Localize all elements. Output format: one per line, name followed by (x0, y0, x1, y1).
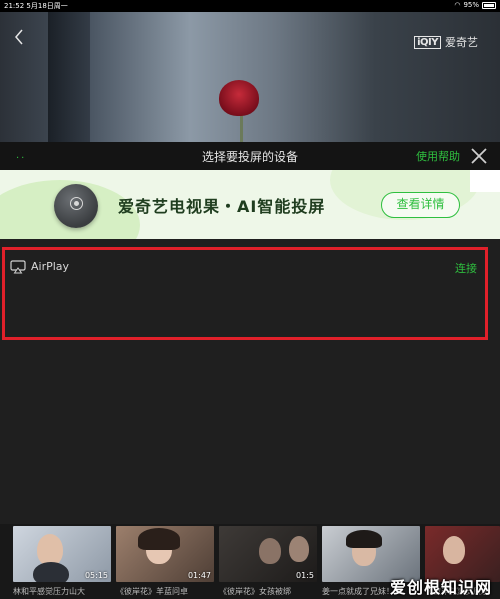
chevron-left-icon (15, 29, 23, 45)
status-time: 21:52 (4, 2, 25, 10)
battery-icon (482, 1, 496, 9)
device-name: AirPlay (31, 260, 70, 273)
back-button[interactable] (10, 28, 28, 46)
video-thumbnail[interactable]: 01:47 (116, 526, 214, 582)
video-thumbnail[interactable]: 01:5 (219, 526, 317, 582)
video-rose (219, 80, 259, 116)
wifi-icon: ◠ (454, 1, 461, 9)
video-caption: 《彼岸花》女孩被绑 (219, 587, 291, 596)
tv-guo-promo-banner[interactable]: 爱奇艺电视果・AI智能投屏 查看详情 (0, 170, 500, 239)
video-caption: 林和平感觉压力山大 (13, 587, 85, 596)
brand-text: 爱奇艺 (445, 36, 478, 49)
cast-header: .. 选择要投屏的设备 使用帮助 (0, 142, 500, 170)
status-bar: 21:52 5月18日周一 ◠ 95% (0, 0, 500, 12)
video-duration: 01:5 (296, 571, 314, 580)
video-rose-stem (240, 112, 243, 142)
device-item-airplay[interactable]: AirPlay 连接 (2, 247, 488, 340)
close-icon (471, 148, 487, 164)
video-duration: 05:15 (84, 571, 108, 580)
connect-button[interactable]: 连接 (455, 260, 477, 276)
related-videos: 05:15 林和平感觉压力山大 01:47 《彼岸花》羊蓝问卓 01:5 《彼岸… (0, 524, 500, 599)
video-player[interactable]: iQIY 爱奇艺 (0, 12, 500, 142)
help-link[interactable]: 使用帮助 (416, 148, 460, 164)
status-date: 5月18日周一 (26, 2, 68, 10)
watermark: 爱创根知识网 (389, 578, 492, 597)
view-details-button[interactable]: 查看详情 (381, 192, 460, 218)
device-list: AirPlay 连接 (0, 239, 500, 524)
brand-box: iQIY (414, 35, 441, 49)
iqiyi-logo: iQIY 爱奇艺 (414, 34, 478, 50)
video-duration: 01:47 (187, 571, 211, 580)
tv-guo-device-icon (54, 184, 98, 228)
promo-text: 爱奇艺电视果・AI智能投屏 (118, 197, 326, 216)
video-thumbnail[interactable]: 05:15 (13, 526, 111, 582)
battery-percent: 95% (463, 1, 479, 9)
video-curtain (48, 12, 90, 142)
close-button[interactable] (470, 147, 488, 165)
video-caption: 《彼岸花》羊蓝问卓 (116, 587, 188, 596)
airplay-icon (10, 260, 26, 274)
